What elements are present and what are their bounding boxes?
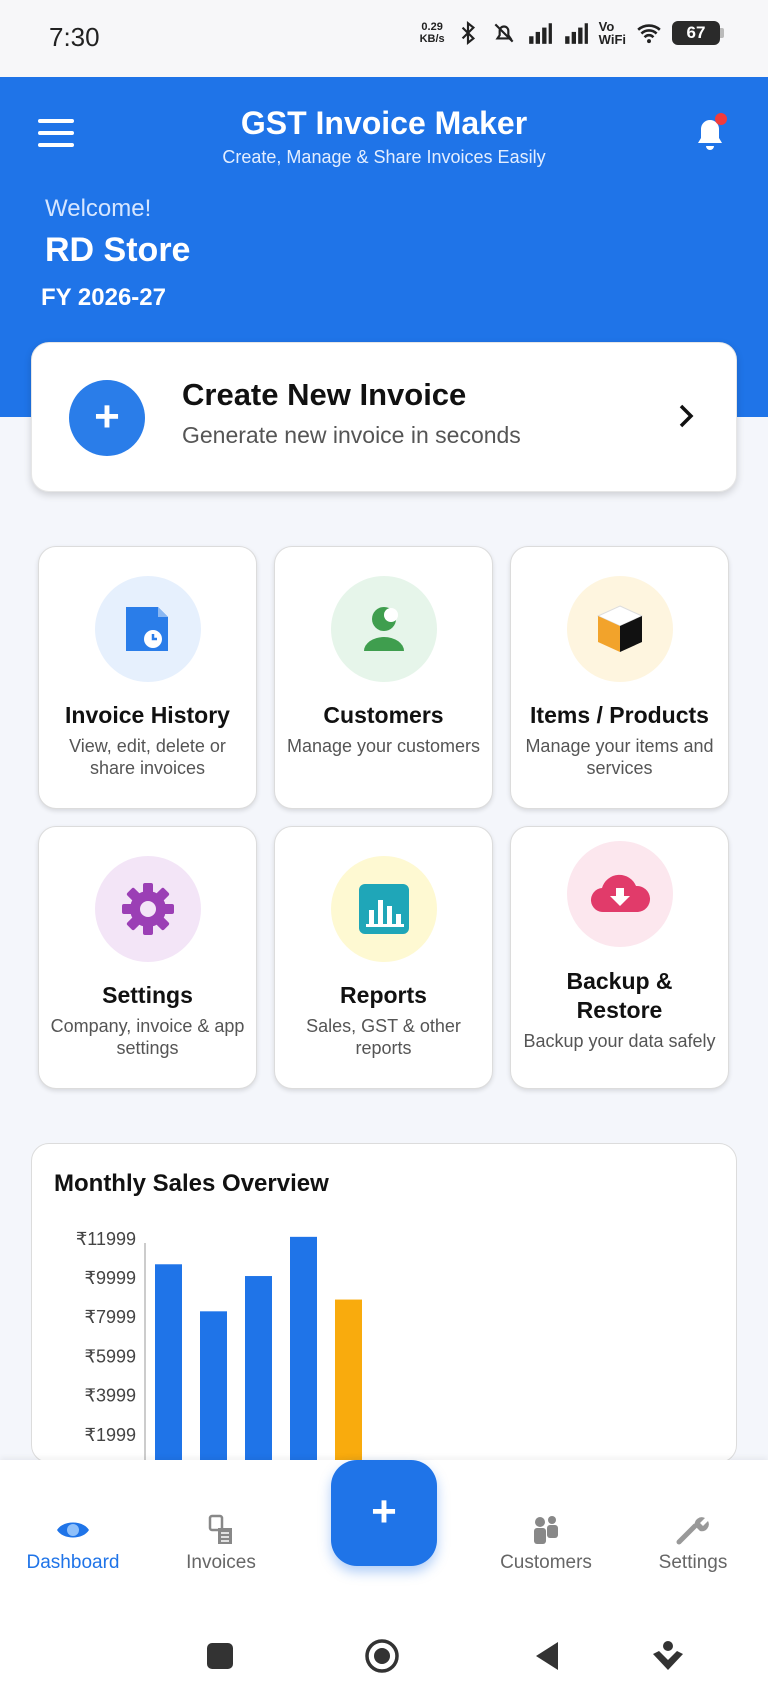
chart-y-tick-label: ₹3999 — [85, 1386, 137, 1406]
create-invoice-title: Create New Invoice — [182, 377, 467, 412]
chart-y-tick-label: ₹7999 — [85, 1307, 137, 1327]
invoices-icon — [208, 1514, 232, 1544]
assistant-icon[interactable] — [650, 1638, 686, 1674]
app-title: GST Invoice Maker — [240, 105, 528, 141]
back-icon[interactable] — [530, 1638, 566, 1674]
notification-bell-icon[interactable] — [690, 111, 730, 155]
fiscal-year: FY 2026-27 — [41, 284, 166, 311]
chart-y-tick-label: ₹1999 — [85, 1425, 137, 1445]
tile-customers[interactable]: Customers Manage your customers — [274, 546, 493, 809]
tile-icon-circle — [95, 576, 201, 682]
wrench-icon — [676, 1517, 709, 1545]
tile-title: Items / Products — [530, 702, 709, 728]
tile-title: Backup & Restore — [566, 968, 673, 1023]
tile-settings[interactable]: Settings Company, invoice & app settings — [38, 826, 257, 1089]
tile-items-products[interactable]: Items / Products Manage your items and s… — [510, 546, 729, 809]
tile-icon-circle — [331, 576, 437, 682]
notification-dot — [715, 113, 727, 125]
tile-backup-restore[interactable]: Backup & Restore Backup your data safely — [510, 826, 729, 1089]
signal-icon — [528, 23, 552, 44]
tile-icon-circle — [331, 856, 437, 962]
tile-icon-circle — [567, 576, 673, 682]
tile-desc: Company, invoice & app settings — [50, 1016, 245, 1058]
invoice-clock-icon — [126, 607, 168, 651]
welcome-label: Welcome! — [45, 195, 152, 222]
app-subtitle: Create, Manage & Share Invoices Easily — [222, 147, 546, 167]
eye-icon — [57, 1522, 89, 1538]
nav-dashboard[interactable]: Dashboard — [3, 1514, 143, 1574]
plus-icon: + — [69, 380, 145, 456]
chart-bar — [335, 1299, 362, 1462]
tile-title: Customers — [323, 702, 444, 728]
battery-indicator: 67 — [672, 21, 724, 45]
store-name: RD Store — [45, 231, 191, 269]
tile-title: Invoice History — [65, 702, 230, 728]
status-icons: 0.29 KB/s Vo WiFi 67 — [419, 19, 724, 47]
chevron-right-icon — [679, 404, 694, 428]
tile-desc: Sales, GST & other reports — [306, 1016, 461, 1058]
cloud-download-icon — [590, 874, 651, 913]
tile-reports[interactable]: Reports Sales, GST & other reports — [274, 826, 493, 1089]
network-speed: 0.29 KB/s — [419, 21, 445, 45]
tile-title: Settings — [102, 982, 193, 1008]
tile-desc: Manage your customers — [286, 736, 481, 756]
bar-chart-icon — [359, 884, 409, 934]
tile-desc: Manage your items and services — [525, 736, 714, 778]
bell-off-icon — [494, 23, 514, 43]
tile-desc: View, edit, delete or share invoices — [69, 736, 226, 778]
chart-bar — [200, 1311, 227, 1462]
home-icon[interactable] — [364, 1638, 400, 1674]
tile-title: Reports — [340, 982, 427, 1008]
system-navigation — [0, 1610, 768, 1707]
signal-icon-2 — [564, 23, 588, 44]
monthly-sales-chart: ₹11999 ₹9999 ₹7999 ₹5999 ₹3999 ₹1999 — [76, 1229, 362, 1462]
gear-icon — [122, 883, 174, 935]
add-invoice-fab[interactable]: + — [331, 1460, 437, 1566]
customers-icon — [534, 1516, 558, 1544]
tile-icon-circle — [567, 841, 673, 947]
box-icon — [596, 605, 644, 652]
chart-y-tick-label: ₹11999 — [76, 1229, 136, 1249]
chart-bar — [290, 1236, 317, 1462]
tile-desc: Backup your data safely — [523, 1031, 716, 1051]
chart-bar — [155, 1264, 182, 1462]
vowifi-indicator: Vo WiFi — [598, 19, 626, 47]
chart-y-tick-label: ₹9999 — [85, 1268, 137, 1288]
create-invoice-subtitle: Generate new invoice in seconds — [182, 422, 521, 448]
sales-overview-card: Monthly Sales Overview ₹11999 ₹9999 ₹7999 ₹… — [31, 1143, 737, 1463]
wifi-icon — [637, 24, 661, 44]
status-bar: 7:30 0.29 KB/s Vo WiFi 67 — [0, 0, 768, 77]
recent-apps-icon[interactable] — [202, 1638, 238, 1674]
chart-y-tick-label: ₹5999 — [85, 1346, 137, 1366]
nav-customers[interactable]: Customers — [476, 1514, 616, 1574]
status-time: 7:30 — [49, 22, 100, 52]
bluetooth-icon — [461, 20, 475, 46]
create-invoice-card[interactable]: + Create New Invoice Generate new invoic… — [31, 342, 737, 492]
customer-icon — [364, 607, 404, 651]
nav-settings[interactable]: Settings — [623, 1514, 763, 1574]
tile-invoice-history[interactable]: Invoice History View, edit, delete or sh… — [38, 546, 257, 809]
nav-invoices[interactable]: Invoices — [151, 1514, 291, 1574]
chart-bar — [245, 1276, 272, 1462]
tile-icon-circle — [95, 856, 201, 962]
